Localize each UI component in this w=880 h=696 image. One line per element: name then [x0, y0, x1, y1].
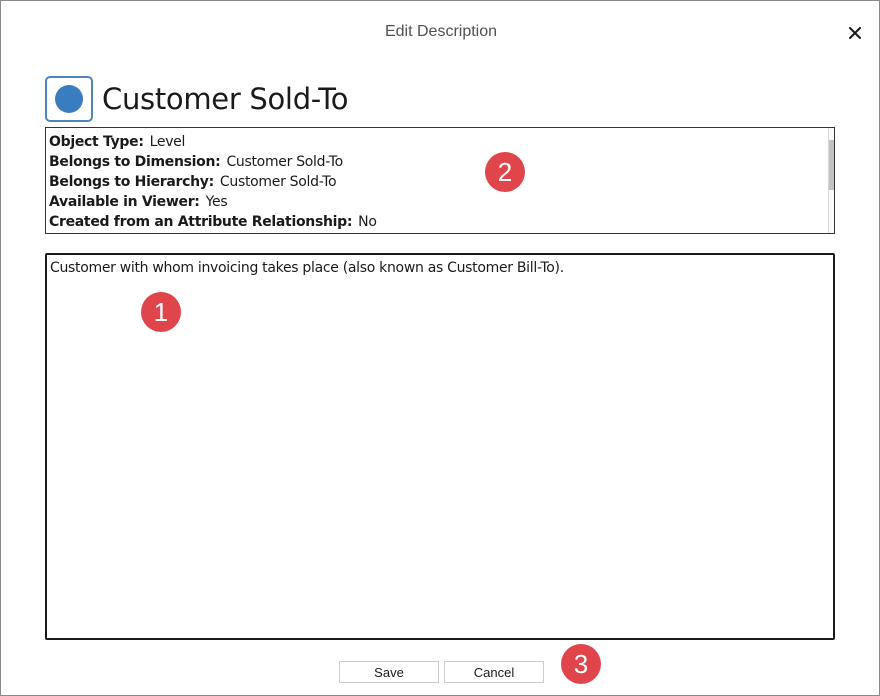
object-name: Customer Sold-To — [102, 82, 349, 116]
info-value: No — [358, 214, 377, 230]
info-label: Object Type: — [49, 134, 144, 150]
info-row-viewer: Available in Viewer: Yes — [49, 192, 822, 212]
info-row-object-type: Object Type: Level — [49, 132, 822, 152]
info-value: Level — [149, 134, 186, 150]
info-row-attribute-relationship: Created from an Attribute Relationship: N… — [49, 212, 822, 232]
info-label: Available in Viewer: — [49, 194, 200, 210]
info-label: Belongs to Hierarchy: — [49, 174, 214, 190]
level-circle-icon — [45, 76, 93, 122]
info-value: Customer Sold-To — [226, 154, 343, 170]
object-info-box: Object Type: Level Belongs to Dimension: C… — [45, 127, 835, 234]
cancel-button[interactable]: Cancel — [444, 661, 544, 683]
info-value: Yes — [205, 194, 228, 210]
callout-badge-1: 1 — [141, 292, 181, 332]
close-icon — [849, 27, 861, 39]
save-button[interactable]: Save — [339, 661, 439, 683]
info-scrollbar[interactable] — [828, 128, 834, 233]
close-button[interactable] — [843, 21, 867, 45]
info-value: Customer Sold-To — [219, 174, 337, 190]
object-header: Customer Sold-To — [45, 75, 349, 123]
info-label: Belongs to Dimension: — [49, 154, 221, 170]
object-info-list: Object Type: Level Belongs to Dimension: C… — [49, 132, 822, 233]
edit-description-dialog: Edit Description Customer Sold-To Object… — [0, 0, 880, 696]
level-dot — [55, 85, 83, 113]
info-row-hierarchy: Belongs to Hierarchy: Customer Sold-To — [49, 172, 822, 192]
callout-badge-2: 2 — [485, 152, 525, 192]
scrollbar-thumb[interactable] — [829, 140, 834, 190]
info-row-dimension: Belongs to Dimension: Customer Sold-To — [49, 152, 822, 172]
callout-badge-3: 3 — [561, 644, 601, 684]
dialog-title: Edit Description — [384, 23, 498, 40]
info-label: Created from an Attribute Relationship: — [49, 214, 353, 230]
